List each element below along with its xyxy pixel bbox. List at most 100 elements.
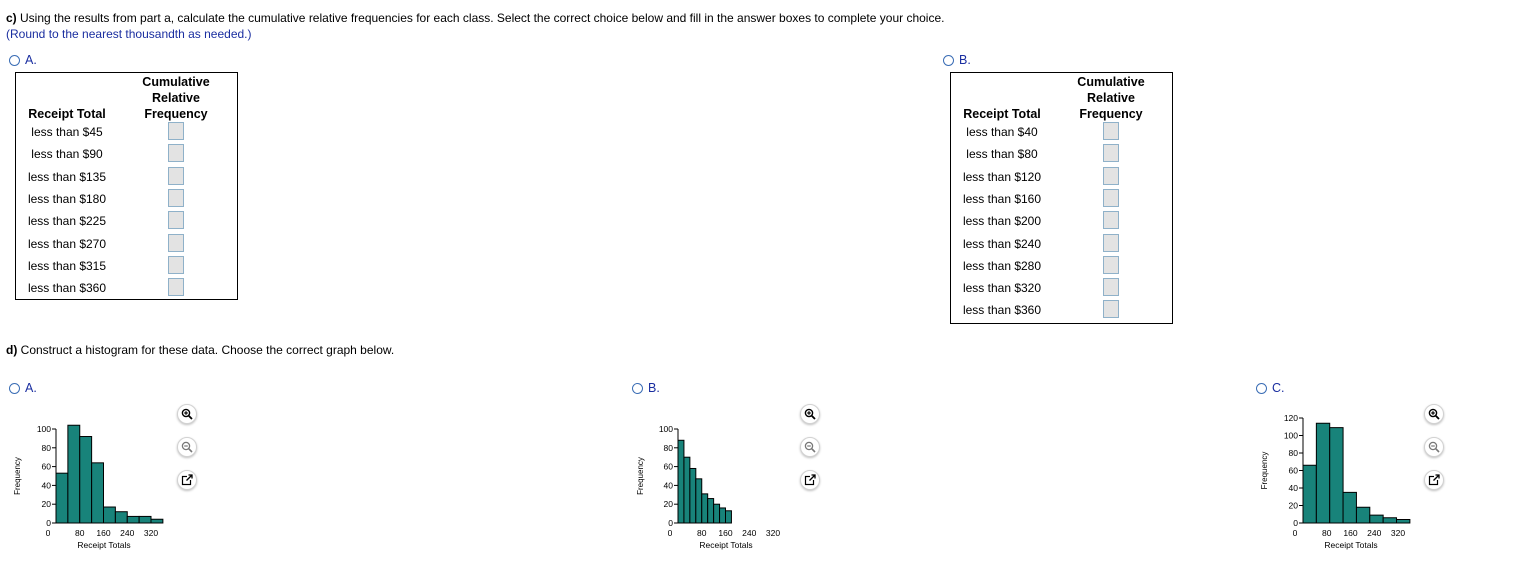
answer-input[interactable] bbox=[1103, 278, 1119, 297]
x-axis-label: Receipt Totals bbox=[77, 540, 130, 550]
histogram-bar bbox=[719, 507, 726, 524]
option-a-histogram-choice[interactable]: A. bbox=[9, 381, 37, 395]
y-tick-label: 0 bbox=[668, 518, 673, 528]
expand-button[interactable] bbox=[177, 470, 197, 490]
y-axis-label: Frequency bbox=[636, 457, 645, 495]
answer-input[interactable] bbox=[168, 166, 184, 185]
part-d-prompt: d) Construct a histogram for these data.… bbox=[6, 342, 394, 358]
y-tick-label: 100 bbox=[659, 424, 673, 434]
answer-input[interactable] bbox=[168, 211, 184, 230]
option-b-table-choice[interactable]: B. bbox=[943, 53, 971, 67]
header-line-3: Frequency bbox=[144, 107, 208, 121]
histogram-bar bbox=[1329, 427, 1344, 524]
histogram-b: Frequency 0 20 40 60 80 100 0 80 160 240 320 Receipt… bbox=[636, 424, 780, 550]
y-tick-label: 60 bbox=[1289, 466, 1299, 476]
y-tick-label: 0 bbox=[1293, 518, 1298, 528]
answer-input[interactable] bbox=[1103, 300, 1119, 319]
receipt-total-header: Receipt Total bbox=[963, 107, 1041, 121]
receipt-total-header: Receipt Total bbox=[28, 107, 106, 121]
option-b-histogram-choice[interactable]: B. bbox=[632, 381, 660, 395]
zoom-out-icon bbox=[181, 441, 193, 453]
answer-input[interactable] bbox=[1103, 122, 1119, 140]
zoom-out-button[interactable] bbox=[800, 437, 820, 457]
answer-input[interactable] bbox=[1103, 233, 1119, 252]
zoom-out-button[interactable] bbox=[1424, 437, 1444, 457]
histogram-bar bbox=[1315, 422, 1331, 524]
answer-input[interactable] bbox=[1103, 211, 1119, 230]
cumulative-table-b: Receipt Total Cumulative Relative Freque… bbox=[950, 72, 1173, 324]
histogram-bar bbox=[1369, 514, 1384, 524]
zoom-in-button[interactable] bbox=[800, 404, 820, 424]
answer-input[interactable] bbox=[1103, 255, 1119, 274]
zoom-in-icon bbox=[804, 408, 816, 420]
class-label: less than $200 bbox=[962, 214, 1042, 229]
answer-input[interactable] bbox=[168, 255, 184, 274]
option-c-letter: C. bbox=[1272, 381, 1285, 395]
radio-icon[interactable] bbox=[1256, 382, 1267, 394]
option-b-letter: B. bbox=[648, 381, 660, 395]
header-line-1: Cumulative bbox=[1077, 75, 1145, 89]
y-tick-label: 60 bbox=[664, 462, 674, 472]
radio-icon[interactable] bbox=[632, 382, 643, 394]
zoom-out-icon bbox=[804, 441, 816, 453]
answer-input[interactable] bbox=[168, 144, 184, 163]
class-label: less than $240 bbox=[962, 236, 1042, 251]
histogram-bar bbox=[707, 498, 715, 524]
radio-icon[interactable] bbox=[943, 54, 954, 66]
expand-icon bbox=[181, 474, 193, 486]
x-tick-label: 0 bbox=[46, 528, 51, 538]
x-tick-label: 320 bbox=[144, 528, 158, 538]
x-axis-label: Receipt Totals bbox=[1324, 540, 1377, 550]
y-tick-label: 0 bbox=[46, 518, 51, 528]
expand-icon bbox=[804, 474, 816, 486]
answer-input[interactable] bbox=[168, 278, 184, 297]
zoom-out-icon bbox=[1428, 441, 1440, 453]
answer-input[interactable] bbox=[1103, 166, 1119, 185]
x-tick-label: 160 bbox=[1343, 528, 1357, 538]
header-line-2: Relative bbox=[152, 91, 200, 105]
histogram-bar bbox=[677, 439, 685, 524]
header-line-1: Cumulative bbox=[142, 75, 210, 89]
histogram-bar bbox=[1355, 506, 1371, 524]
expand-button[interactable] bbox=[800, 470, 820, 490]
radio-icon[interactable] bbox=[9, 382, 20, 394]
answer-input[interactable] bbox=[1103, 188, 1119, 207]
answer-input[interactable] bbox=[168, 122, 184, 140]
class-label: less than $280 bbox=[962, 258, 1042, 273]
histogram-bar bbox=[725, 510, 732, 524]
x-tick-label: 240 bbox=[1367, 528, 1381, 538]
expand-button[interactable] bbox=[1424, 470, 1444, 490]
x-tick-label: 320 bbox=[766, 528, 780, 538]
zoom-in-icon bbox=[181, 408, 193, 420]
class-label: less than $40 bbox=[966, 125, 1038, 139]
histogram-bar bbox=[1302, 464, 1317, 524]
part-d-text: Construct a histogram for these data. Ch… bbox=[20, 343, 395, 357]
zoom-in-button[interactable] bbox=[1424, 404, 1444, 424]
class-label: less than $320 bbox=[962, 281, 1042, 296]
option-c-histogram-choice[interactable]: C. bbox=[1256, 381, 1285, 395]
cumulative-header: Cumulative Relative Frequency bbox=[1071, 74, 1151, 122]
radio-icon[interactable] bbox=[9, 54, 20, 66]
answer-input[interactable] bbox=[168, 188, 184, 207]
class-label: less than $80 bbox=[966, 147, 1038, 162]
y-tick-label: 40 bbox=[42, 480, 52, 490]
answer-input[interactable] bbox=[168, 233, 184, 252]
y-tick-label: 60 bbox=[42, 462, 52, 472]
y-tick-label: 120 bbox=[1284, 413, 1298, 423]
class-label: less than $360 bbox=[27, 281, 107, 296]
histogram-bar bbox=[683, 456, 691, 524]
option-b-letter: B. bbox=[959, 53, 971, 67]
option-a-table-choice[interactable]: A. bbox=[9, 53, 37, 67]
x-tick-label: 0 bbox=[1293, 528, 1298, 538]
answer-input[interactable] bbox=[1103, 144, 1119, 163]
zoom-in-icon bbox=[1428, 408, 1440, 420]
cumulative-table-a: Receipt Total Cumulative Relative Freque… bbox=[15, 72, 238, 300]
histogram-bar bbox=[103, 506, 116, 524]
zoom-in-button[interactable] bbox=[177, 404, 197, 424]
y-axis-label: Frequency bbox=[13, 457, 22, 495]
zoom-out-button[interactable] bbox=[177, 437, 197, 457]
class-label: less than $270 bbox=[27, 236, 107, 251]
class-label: less than $315 bbox=[27, 258, 107, 273]
x-tick-label: 80 bbox=[75, 528, 85, 538]
x-tick-label: 320 bbox=[1391, 528, 1405, 538]
